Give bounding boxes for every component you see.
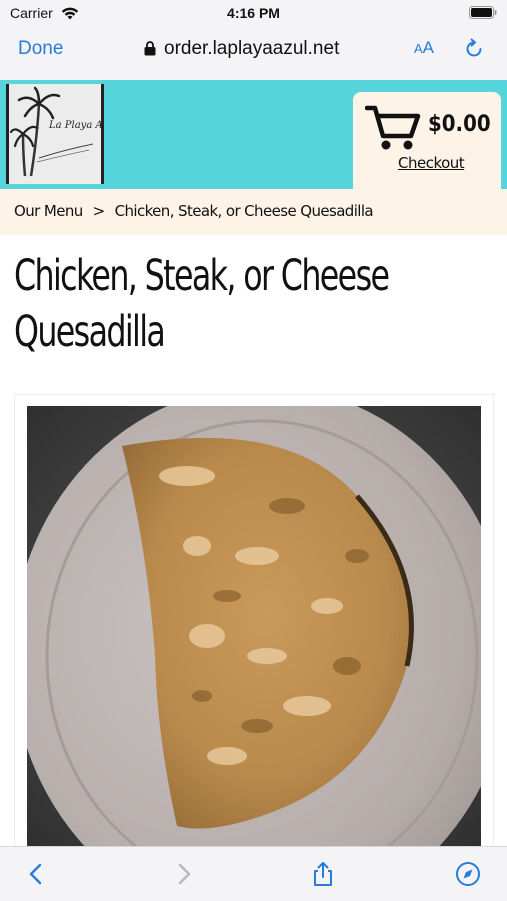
breadcrumb-home-link[interactable]: Our Menu bbox=[14, 202, 83, 220]
breadcrumb-bar: Our Menu > Chicken, Steak, or Cheese Quesa… bbox=[0, 189, 507, 235]
logo-text: La Playa Azul bbox=[48, 120, 101, 131]
page-title: Chicken, Steak, or Cheese Quesadilla bbox=[14, 251, 390, 357]
breadcrumb: Our Menu > Chicken, Steak, or Cheese Quesa… bbox=[14, 202, 374, 220]
status-bar: Carrier 4:16 PM bbox=[0, 0, 507, 28]
checkout-link[interactable]: Checkout bbox=[398, 154, 465, 172]
text-size-small-label: A bbox=[414, 41, 423, 56]
breadcrumb-separator: > bbox=[92, 202, 106, 220]
browser-toolbar: Done order.laplayaazul.net AA bbox=[0, 28, 507, 81]
forward-icon[interactable] bbox=[170, 861, 196, 887]
product-image[interactable] bbox=[27, 406, 481, 846]
cart-widget[interactable]: $0.00 Checkout bbox=[353, 92, 501, 192]
url-field[interactable]: order.laplayaazul.net bbox=[164, 38, 339, 60]
site-logo[interactable]: La Playa Azul bbox=[6, 84, 118, 184]
share-icon[interactable] bbox=[310, 861, 336, 887]
done-button[interactable]: Done bbox=[18, 38, 63, 60]
text-size-large-label: A bbox=[422, 38, 435, 57]
reload-icon[interactable] bbox=[463, 37, 485, 61]
palm-tree-logo-icon: La Playa Azul bbox=[9, 84, 118, 182]
bottom-toolbar bbox=[0, 846, 507, 901]
breadcrumb-current: Chicken, Steak, or Cheese Quesadilla bbox=[114, 202, 374, 220]
lock-icon bbox=[144, 41, 156, 56]
text-size-button[interactable]: AA bbox=[414, 38, 434, 58]
cart-icon[interactable] bbox=[365, 104, 421, 152]
battery-icon bbox=[469, 6, 497, 19]
clock-time: 4:16 PM bbox=[227, 5, 280, 21]
back-icon[interactable] bbox=[24, 861, 50, 887]
cart-total: $0.00 bbox=[428, 112, 491, 137]
compass-icon[interactable] bbox=[455, 861, 481, 887]
